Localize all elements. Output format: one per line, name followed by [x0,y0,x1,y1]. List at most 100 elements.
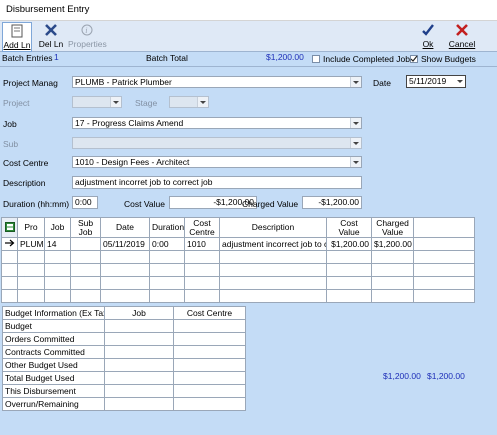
col-header-filler [413,217,475,238]
grid-select-all[interactable] [1,217,18,238]
properties-button[interactable]: i Properties [68,22,107,50]
cell-filler [413,237,475,251]
checkmark-icon [422,24,434,36]
col-header-description[interactable]: Description [219,217,327,238]
budget-row-label: Overrun/Remaining [2,397,105,411]
sub-dropdown[interactable] [72,137,362,149]
cell-duration[interactable]: 0:00 [149,237,185,251]
svg-text:i: i [85,26,87,35]
cancel-label: Cancel [448,39,476,49]
duration-input[interactable]: 0:00 [72,196,98,209]
cell-pro[interactable]: PLUMB [17,237,45,251]
cancel-button[interactable]: Cancel [446,22,478,50]
sub-label: Sub [3,139,19,149]
cost-centre-label: Cost Centre [3,158,49,168]
cell-description[interactable]: adjustment incorrect job to cor [219,237,327,251]
budget-row-label: Budget [2,319,105,333]
delete-line-label: Del Ln [38,39,64,49]
col-header-duration[interactable]: Duration [149,217,185,238]
entries-grid: Pro Job Sub Job Date Duration Cost Centr… [1,217,475,303]
add-line-label: Add Ln [3,40,31,50]
budget-col-info: Budget Information (Ex Tax) [2,306,105,320]
chevron-down-icon[interactable] [350,77,361,87]
budget-row-label: Other Budget Used [2,358,105,372]
charged-value-label: Charged Value [242,199,299,209]
col-header-job[interactable]: Job [44,217,71,238]
budget-row: This Disbursement [2,384,246,398]
budget-row: Orders Committed [2,332,246,346]
col-header-charged-value[interactable]: Charged Value [371,217,414,238]
ok-button[interactable]: Ok [414,22,442,50]
chevron-down-icon[interactable] [197,97,208,107]
job-label: Job [3,119,17,129]
total-charged-value: $1,200.00 [427,371,465,381]
date-value: 5/11/2019 [409,76,447,86]
grid-header-row: Pro Job Sub Job Date Duration Cost Centr… [1,217,475,238]
col-header-sub-job[interactable]: Sub Job [70,217,101,238]
include-completed-checkbox[interactable] [312,55,320,63]
budget-header-row: Budget Information (Ex Tax) Job Cost Cen… [2,306,246,320]
col-header-date[interactable]: Date [100,217,150,238]
chevron-down-icon[interactable] [350,157,361,167]
duration-label: Duration (hh:mm) [3,199,70,209]
show-budgets-label: Show Budgets [421,54,476,64]
divider [0,66,497,67]
cell-charged-value[interactable]: $1,200.00 [371,237,414,251]
project-dropdown[interactable] [72,96,122,108]
job-dropdown[interactable]: 17 - Progress Claims Amend [72,117,362,129]
charged-value-input[interactable]: -$1,200.00 [302,196,362,209]
budget-row-label: Contracts Committed [2,345,105,359]
table-row[interactable] [1,250,475,264]
description-label: Description [3,178,46,188]
cell-cost-centre[interactable]: 1010 [184,237,220,251]
budget-row: Total Budget Used [2,371,246,385]
delete-line-button[interactable]: Del Ln [34,22,68,50]
project-manager-value: PLUMB - Patrick Plumber [75,77,172,87]
ok-label: Ok [422,39,434,49]
batch-entries-label: Batch Entries [2,53,53,63]
stage-dropdown[interactable] [169,96,209,108]
total-cost-value: $1,200.00 [383,371,421,381]
chevron-down-icon[interactable] [350,118,361,128]
table-row[interactable] [1,276,475,290]
budget-row-label: Orders Committed [2,332,105,346]
project-manager-label: Project Manag [3,78,58,88]
col-header-cost-centre[interactable]: Cost Centre [184,217,220,238]
batch-entries-value: 1 [54,52,59,62]
show-budgets-checkbox[interactable] [410,55,418,63]
include-completed-label: Include Completed Jobs [323,54,415,64]
cell-date[interactable]: 05/11/2019 [100,237,150,251]
cancel-x-icon [456,24,468,36]
project-manager-dropdown[interactable]: PLUMB - Patrick Plumber [72,76,362,88]
add-line-icon [11,24,23,38]
budget-row: Budget [2,319,246,333]
cell-sub-job[interactable] [70,237,101,251]
grid-icon [4,221,15,232]
date-picker[interactable]: 5/11/2019 [406,75,466,88]
row-selector[interactable] [1,237,18,251]
cell-cost-value[interactable]: $1,200.00 [326,237,372,251]
add-line-button[interactable]: Add Ln [2,22,32,52]
description-input[interactable]: adjustment incorret job to correct job [72,176,362,189]
properties-icon: i [81,24,93,36]
table-row[interactable] [1,263,475,277]
checkmark-icon [410,55,418,62]
chevron-down-icon[interactable] [110,97,121,107]
table-row[interactable] [1,289,475,303]
budget-row-label: This Disbursement [2,384,105,398]
chevron-down-icon[interactable] [350,138,361,148]
project-label: Project [3,98,30,108]
cost-centre-dropdown[interactable]: 1010 - Design Fees - Architect [72,156,362,168]
cell-job[interactable]: 14 [44,237,71,251]
window-title: Disbursement Entry [6,4,90,15]
delete-x-icon [45,24,57,36]
budget-col-cost-centre: Cost Centre [173,306,246,320]
batch-total-label: Batch Total [146,53,188,63]
duration-value: 0:00 [75,197,92,207]
table-row[interactable]: PLUMB 14 05/11/2019 0:00 1010 adjustment… [1,237,475,251]
budget-row: Contracts Committed [2,345,246,359]
budget-col-job: Job [104,306,174,320]
chevron-down-icon[interactable] [455,76,465,86]
col-header-pro[interactable]: Pro [17,217,45,238]
col-header-cost-value[interactable]: Cost Value [326,217,372,238]
